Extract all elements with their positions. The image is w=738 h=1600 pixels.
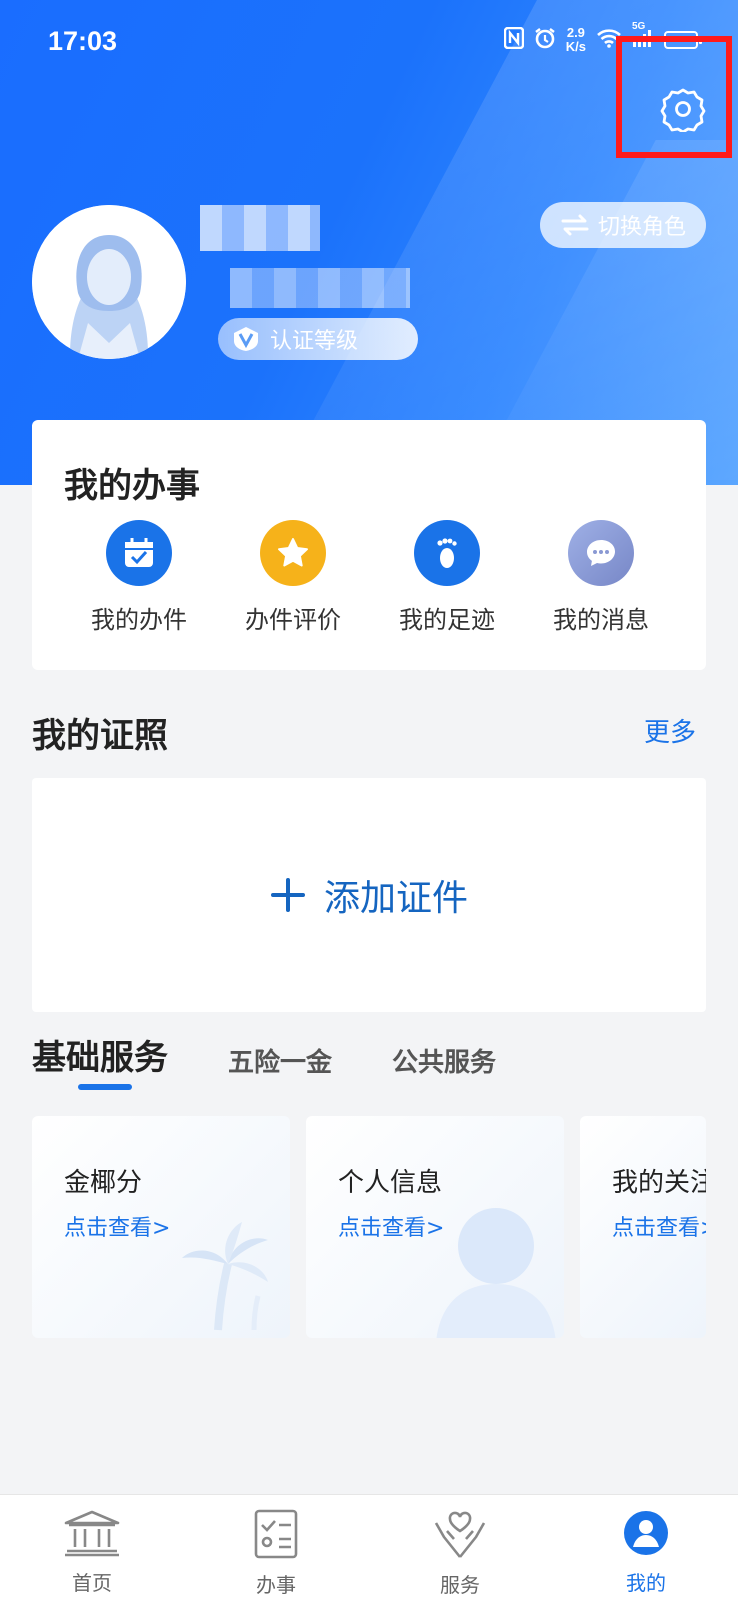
nav-label: 办事 <box>256 1573 296 1597</box>
my-affairs-title: 我的办事 <box>64 466 200 506</box>
network-speed: 2.9 K/s <box>566 26 586 54</box>
auth-level-label: 认证等级 <box>270 329 359 354</box>
service-card-my-follows[interactable]: 我的关注 点击查看> <box>580 1116 706 1338</box>
nav-label: 首页 <box>72 1571 112 1595</box>
service-card-jinye-score[interactable]: 金椰分 点击查看> <box>32 1116 290 1338</box>
nav-mine[interactable]: 我的 <box>586 1509 706 1596</box>
verified-v-icon <box>234 327 258 351</box>
switch-role-label: 切换角色 <box>597 215 686 240</box>
service-card-personal-info[interactable]: 个人信息 点击查看> <box>306 1116 564 1338</box>
quick-item-label: 我的消息 <box>553 606 649 634</box>
swap-icon <box>561 214 589 236</box>
service-card-name: 金椰分 <box>64 1168 143 1198</box>
user-icon <box>624 1511 668 1555</box>
service-tabs: 基础服务 五险一金 公共服务 <box>32 1030 496 1079</box>
document-icon <box>254 1509 298 1559</box>
avatar[interactable] <box>32 205 186 359</box>
palm-tree-icon <box>182 1222 268 1331</box>
service-card-name: 个人信息 <box>338 1168 443 1198</box>
speed-value: 2.9 <box>566 25 585 40</box>
quick-item-rate-applications[interactable]: 办件评价 <box>228 520 358 635</box>
female-avatar-icon <box>32 205 186 359</box>
active-tab-indicator <box>78 1084 132 1090</box>
switch-role-button[interactable]: 切换角色 <box>540 202 706 248</box>
service-card-link[interactable]: 点击查看> <box>64 1210 170 1242</box>
nav-home[interactable]: 首页 <box>32 1509 152 1596</box>
service-card-link[interactable]: 点击查看> <box>612 1210 706 1242</box>
nfc-icon <box>503 26 524 54</box>
speed-unit: K/s <box>565 39 586 54</box>
add-certificate-button[interactable]: 添加证件 <box>32 778 706 1012</box>
nav-affairs[interactable]: 办事 <box>216 1509 336 1598</box>
network-type: 5G <box>632 20 646 32</box>
quick-item-my-applications[interactable]: 我的办件 <box>74 520 204 635</box>
bank-icon <box>64 1510 120 1557</box>
tab-basic-services[interactable]: 基础服务 <box>32 1030 168 1079</box>
chat-bubble-icon <box>568 520 634 586</box>
quick-item-my-footprints[interactable]: 我的足迹 <box>382 520 512 635</box>
footprint-icon <box>414 520 480 586</box>
service-card-name: 我的关注 <box>612 1168 706 1198</box>
hands-heart-icon <box>434 1511 486 1558</box>
plus-icon <box>270 878 305 912</box>
nav-services[interactable]: 服务 <box>400 1509 520 1598</box>
tab-insurance-fund[interactable]: 五险一金 <box>228 1042 332 1079</box>
highlight-box <box>616 36 732 158</box>
service-card-link[interactable]: 点击查看> <box>338 1210 444 1242</box>
star-icon <box>260 520 326 586</box>
quick-item-label: 办件评价 <box>245 606 341 634</box>
alarm-icon <box>534 27 556 54</box>
bottom-navigation: 首页 办事 服务 我的 <box>0 1494 738 1600</box>
add-certificate-label: 添加证件 <box>323 878 468 919</box>
nav-label: 我的 <box>626 1571 666 1595</box>
certificates-more-link[interactable]: 更多 <box>644 712 696 749</box>
quick-item-label: 我的足迹 <box>399 606 495 634</box>
tab-public-services[interactable]: 公共服务 <box>392 1042 496 1079</box>
status-time: 17:03 <box>48 26 118 56</box>
auth-level-badge[interactable]: 认证等级 <box>218 318 418 360</box>
user-id-blurred <box>230 268 410 308</box>
user-name-blurred <box>200 205 320 251</box>
calendar-check-icon <box>106 520 172 586</box>
quick-item-label: 我的办件 <box>91 606 187 634</box>
nav-label: 服务 <box>440 1573 480 1597</box>
certificates-title: 我的证照 <box>32 716 168 756</box>
quick-item-my-messages[interactable]: 我的消息 <box>536 520 666 635</box>
person-silhouette-icon <box>436 1208 556 1338</box>
